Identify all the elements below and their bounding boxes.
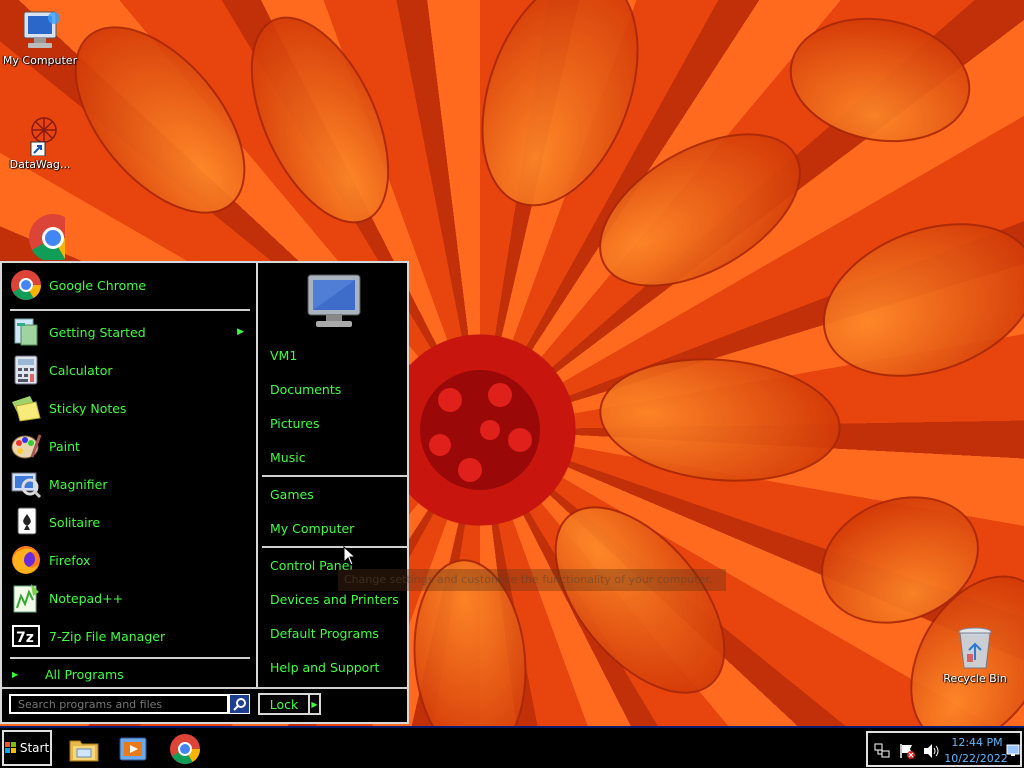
arrow-right-icon: ▶ — [311, 699, 318, 709]
chrome-icon — [170, 734, 200, 764]
chrome-icon — [29, 214, 65, 260]
place-link-games[interactable]: Games — [270, 487, 314, 502]
program-solitaire[interactable]: Solitaire — [10, 504, 250, 540]
system-tray: 12:44 PM 10/22/2022 — [866, 731, 1022, 767]
shutdown-options-button[interactable]: ▶ — [310, 693, 321, 715]
start-menu-programs-pane: Google Chrome Getting Started ▶ Calculat… — [2, 263, 254, 687]
getting-started-icon — [10, 316, 42, 348]
place-link-vm1[interactable]: VM1 — [270, 348, 297, 363]
program-firefox[interactable]: Firefox — [10, 542, 250, 578]
clock-date[interactable]: 10/22/2022 — [944, 752, 1008, 765]
program-getting-started[interactable]: Getting Started ▶ — [10, 314, 250, 350]
desktop-icon-chrome[interactable] — [0, 210, 80, 262]
network-icon[interactable] — [874, 743, 890, 759]
place-link-help-and-support[interactable]: Help and Support — [270, 660, 379, 675]
paint-icon — [10, 430, 42, 462]
arrow-right-icon: ▶ — [12, 669, 19, 679]
program-google-chrome[interactable]: Google Chrome — [10, 267, 250, 303]
taskbar-app-media-player[interactable] — [116, 732, 150, 766]
program-label: Notepad++ — [49, 590, 124, 606]
program-magnifier[interactable]: Magnifier — [10, 466, 250, 502]
action-center-flag-icon[interactable] — [898, 742, 916, 760]
user-picture-computer-icon — [307, 274, 361, 327]
place-link-my-computer[interactable]: My Computer — [270, 521, 354, 536]
taskbar-app-file-explorer[interactable] — [67, 732, 101, 766]
place-link-devices-and-printers[interactable]: Devices and Printers — [270, 592, 399, 607]
datawag-icon — [30, 117, 57, 156]
program-notepad-plus-plus[interactable]: Notepad++ — [10, 580, 250, 616]
windows-logo-icon — [4, 742, 16, 753]
program-label: Paint — [49, 438, 80, 454]
program-label: Solitaire — [49, 514, 101, 530]
svg-text:7z: 7z — [16, 630, 34, 646]
program-label: Google Chrome — [49, 277, 147, 293]
recycle-bin-icon — [958, 627, 992, 669]
search-icon — [232, 698, 246, 711]
submenu-arrow-icon: ▶ — [237, 327, 244, 337]
program-label: Getting Started — [49, 324, 146, 340]
start-menu-places-pane: VM1 Documents Pictures Music Games My Co… — [256, 263, 408, 687]
program-7-zip[interactable]: 7z 7-Zip File Manager — [10, 618, 250, 654]
place-link-music[interactable]: Music — [270, 450, 306, 465]
clock-time[interactable]: 12:44 PM — [948, 736, 1006, 749]
menu-separator — [10, 309, 250, 311]
calculator-icon — [10, 354, 42, 386]
file-explorer-icon — [69, 740, 99, 762]
firefox-icon — [10, 544, 42, 576]
control-panel-tooltip: Change settings and customize the functi… — [338, 569, 726, 591]
taskbar-app-chrome[interactable] — [168, 732, 202, 766]
menu-separator — [262, 475, 408, 477]
lock-button[interactable]: Lock — [258, 693, 310, 715]
program-label: Sticky Notes — [49, 400, 127, 416]
solitaire-icon — [10, 506, 42, 538]
desktop-icon-datawag[interactable]: DataWag... — [0, 112, 80, 171]
program-label: Firefox — [49, 552, 91, 568]
menu-separator — [262, 546, 408, 548]
start-button[interactable]: Start — [2, 730, 52, 766]
program-label: 7-Zip File Manager — [49, 628, 166, 644]
chrome-icon — [10, 269, 42, 301]
search-programs-input[interactable] — [9, 694, 229, 714]
show-desktop-icon[interactable] — [1006, 743, 1020, 757]
program-label: Calculator — [49, 362, 113, 378]
program-sticky-notes[interactable]: Sticky Notes — [10, 390, 250, 426]
place-link-pictures[interactable]: Pictures — [270, 416, 320, 431]
desktop-icon-my-computer[interactable]: My Computer — [0, 8, 80, 67]
mouse-cursor-icon — [343, 546, 355, 566]
volume-icon[interactable] — [922, 743, 940, 759]
my-computer-icon — [23, 11, 60, 48]
notepad-plus-plus-icon — [10, 582, 42, 614]
seven-zip-icon: 7z — [10, 620, 42, 652]
taskbar: Start 12:44 PM 10/22/2022 — [0, 726, 1024, 768]
search-button[interactable] — [229, 694, 250, 714]
sticky-notes-icon — [10, 392, 42, 424]
media-player-icon — [119, 737, 147, 761]
program-label: Magnifier — [49, 476, 108, 492]
start-menu: Google Chrome Getting Started ▶ Calculat… — [0, 261, 409, 724]
program-calculator[interactable]: Calculator — [10, 352, 250, 388]
program-paint[interactable]: Paint — [10, 428, 250, 464]
start-label: Start — [19, 741, 50, 755]
desktop-icon-label: My Computer — [2, 54, 78, 67]
magnifier-icon — [10, 468, 42, 500]
desktop-icon-label: Recycle Bin — [943, 672, 1007, 685]
menu-bottom-separator — [2, 687, 407, 689]
desktop-icon-label: DataWag... — [9, 158, 71, 171]
all-programs-label: All Programs — [45, 666, 124, 682]
place-link-default-programs[interactable]: Default Programs — [270, 626, 379, 641]
place-link-documents[interactable]: Documents — [270, 382, 341, 397]
desktop-icon-recycle-bin[interactable]: Recycle Bin — [935, 624, 1015, 685]
